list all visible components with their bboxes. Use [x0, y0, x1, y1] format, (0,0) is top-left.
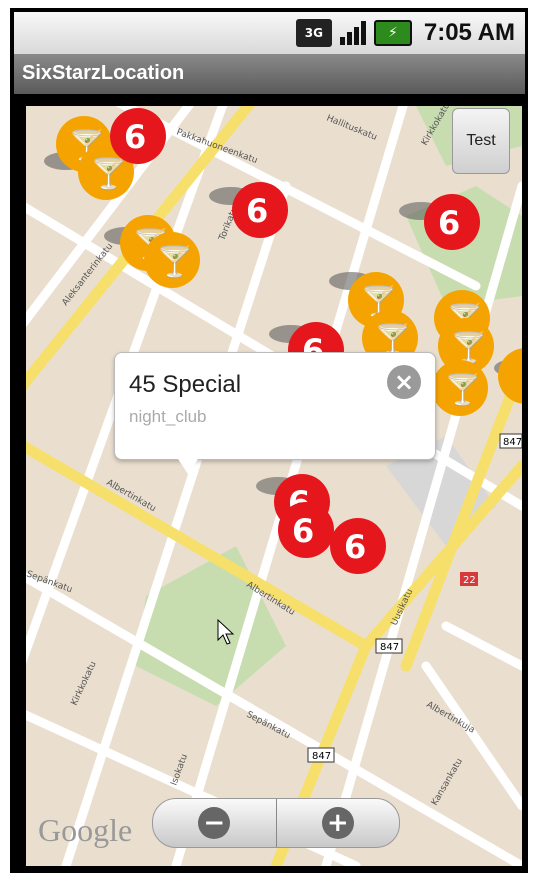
close-icon[interactable]: × — [387, 365, 421, 399]
popup-subtitle: night_club — [129, 407, 207, 426]
3g-icon: 3G — [295, 19, 332, 47]
google-logo: Google — [38, 812, 133, 848]
svg-text:6: 6 — [124, 118, 146, 156]
battery-icon: ⚡ — [373, 20, 412, 46]
svg-text:22: 22 — [463, 575, 476, 586]
app-title: SixStarzLocation — [22, 62, 185, 84]
zoom-controls: − + — [152, 798, 400, 848]
street-label: Kansankatu — [430, 757, 465, 808]
svg-text:🍸: 🍸 — [156, 243, 193, 280]
zoom-out-button[interactable]: − — [153, 799, 276, 847]
svg-text:847: 847 — [312, 751, 331, 762]
bar-marker-icon: 🍸 — [144, 232, 200, 288]
club-marker-icon: 6 — [330, 518, 386, 574]
bar-marker-icon: 🍸 — [432, 360, 488, 416]
svg-text:847: 847 — [380, 642, 399, 653]
map-view[interactable]: Aleksanterinkatu Pakkahuoneenkatu Torika… — [26, 106, 522, 866]
road-badge: 22 — [460, 572, 478, 586]
street-label: Isokatu — [169, 753, 190, 787]
club-marker-icon: 6 — [424, 194, 480, 250]
zoom-out-icon: − — [198, 807, 231, 839]
road-badge: 847 — [375, 638, 403, 654]
bar-marker-icon — [498, 348, 522, 404]
app-title-bar: SixStarzLocation — [14, 54, 525, 94]
zoom-in-icon: + — [321, 807, 354, 839]
svg-text:6: 6 — [344, 528, 366, 566]
zoom-in-button[interactable]: + — [275, 799, 400, 847]
svg-text:6: 6 — [246, 192, 268, 230]
street-label: Hallituskatu — [325, 114, 378, 143]
signal-icon — [338, 19, 368, 47]
map-canvas[interactable]: Aleksanterinkatu Pakkahuoneenkatu Torika… — [26, 106, 522, 866]
street-label: Kirkkokatu — [70, 660, 99, 707]
club-marker-icon: 6 — [278, 502, 334, 558]
svg-text:🍸: 🍸 — [444, 371, 481, 408]
status-time: 7:05 AM — [423, 19, 515, 46]
test-button[interactable]: Test — [452, 108, 510, 174]
club-marker-icon: 6 — [232, 182, 288, 238]
svg-text:6: 6 — [438, 204, 460, 242]
status-bar: 3G ⚡ 7:05 AM — [14, 12, 525, 54]
svg-text:🍸: 🍸 — [90, 155, 127, 192]
road-badge: 847 — [307, 747, 335, 763]
club-marker-icon: 6 — [110, 108, 166, 164]
popup-pointer — [176, 456, 200, 474]
popup-title: 45 Special — [129, 371, 242, 398]
place-info-popup[interactable]: 45 Special night_club × — [114, 352, 436, 460]
svg-text:847: 847 — [503, 437, 522, 448]
road-badge: 847 — [499, 433, 522, 449]
svg-text:6: 6 — [292, 512, 314, 550]
